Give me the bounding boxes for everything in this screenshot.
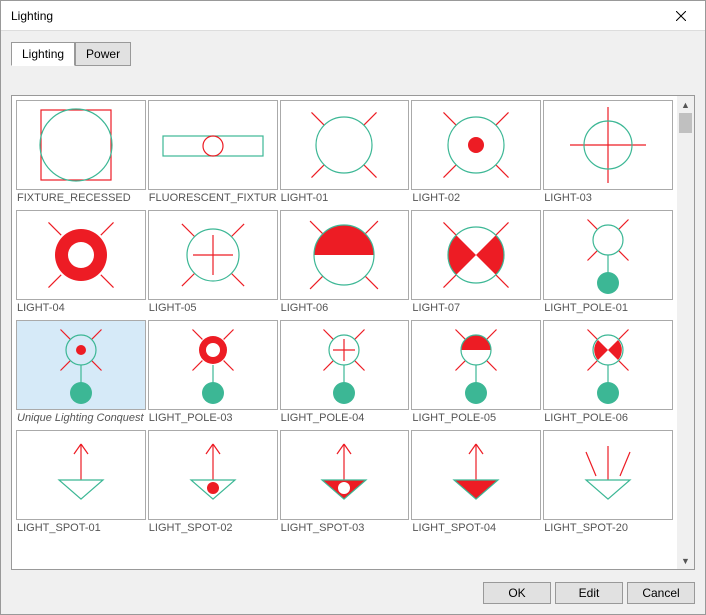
symbol-label: LIGHT-07 xyxy=(411,300,541,318)
symbol-cell[interactable]: Unique Lighting Conquest xyxy=(16,320,146,428)
tab-label: Lighting xyxy=(22,47,64,61)
circle_x-icon xyxy=(280,100,410,190)
symbol-cell[interactable]: LIGHT_SPOT-01 xyxy=(16,430,146,538)
symbol-label: LIGHT_SPOT-02 xyxy=(148,520,278,538)
symbol-cell[interactable]: LIGHT-02 xyxy=(411,100,541,208)
spot_tri_fill-icon xyxy=(411,430,541,520)
symbol-cell[interactable]: LIGHT-01 xyxy=(280,100,410,208)
symbol-label: LIGHT_SPOT-03 xyxy=(280,520,410,538)
symbol-cell[interactable]: LIGHT-06 xyxy=(280,210,410,318)
symbol-label: LIGHT-04 xyxy=(16,300,146,318)
symbol-label: LIGHT_SPOT-01 xyxy=(16,520,146,538)
symbol-label: LIGHT-06 xyxy=(280,300,410,318)
bowtie-icon xyxy=(411,210,541,300)
fixture_recessed-icon xyxy=(16,100,146,190)
tab-bar: Lighting Power xyxy=(1,31,705,65)
circle_x_dot-icon xyxy=(411,100,541,190)
vertical-scrollbar[interactable]: ▲ ▼ xyxy=(677,96,694,569)
close-button[interactable] xyxy=(658,2,703,30)
pole_cross-icon xyxy=(280,320,410,410)
symbol-label: LIGHT_POLE-04 xyxy=(280,410,410,428)
symbol-cell[interactable]: LIGHT_POLE-04 xyxy=(280,320,410,428)
symbol-label: FIXTURE_RECESSED xyxy=(16,190,146,208)
symbol-cell[interactable]: LIGHT_SPOT-03 xyxy=(280,430,410,538)
symbol-grid: FIXTURE_RECESSEDFLUORESCENT_FIXTUR LIGHT… xyxy=(16,100,673,538)
symbol-grid-scroll: FIXTURE_RECESSEDFLUORESCENT_FIXTUR LIGHT… xyxy=(12,96,677,569)
window-title: Lighting xyxy=(11,9,53,23)
pole_ring-icon xyxy=(148,320,278,410)
symbol-cell[interactable]: LIGHT_SPOT-02 xyxy=(148,430,278,538)
symbol-label: LIGHT_SPOT-04 xyxy=(411,520,541,538)
close-icon xyxy=(676,11,686,21)
symbol-cell[interactable]: LIGHT_POLE-03 xyxy=(148,320,278,428)
circle_cross-icon xyxy=(543,100,673,190)
spot_tri_fill_hole-icon xyxy=(280,430,410,520)
symbol-label: LIGHT_POLE-06 xyxy=(543,410,673,428)
dialog-buttons: OK Edit Cancel xyxy=(1,576,705,614)
symbol-label: LIGHT-03 xyxy=(543,190,673,208)
symbol-cell[interactable]: LIGHT_SPOT-04 xyxy=(411,430,541,538)
symbol-cell[interactable]: LIGHT_SPOT-20 xyxy=(543,430,673,538)
symbol-cell[interactable]: LIGHT-07 xyxy=(411,210,541,318)
symbol-label: LIGHT-01 xyxy=(280,190,410,208)
cancel-button[interactable]: Cancel xyxy=(627,582,695,604)
tab-label: Power xyxy=(86,47,120,61)
button-label: Cancel xyxy=(642,586,679,600)
pole_dot-icon xyxy=(16,320,146,410)
symbol-label: Unique Lighting Conquest xyxy=(16,410,146,428)
symbol-label: LIGHT_POLE-03 xyxy=(148,410,278,428)
ring_x-icon xyxy=(16,210,146,300)
button-label: OK xyxy=(508,586,525,600)
symbol-cell[interactable]: LIGHT_POLE-01 xyxy=(543,210,673,318)
symbol-grid-frame: FIXTURE_RECESSEDFLUORESCENT_FIXTUR LIGHT… xyxy=(11,95,695,570)
symbol-label: LIGHT_POLE-01 xyxy=(543,300,673,318)
symbol-label: LIGHT_POLE-05 xyxy=(411,410,541,428)
scrollbar-thumb[interactable] xyxy=(679,113,692,133)
ok-button[interactable]: OK xyxy=(483,582,551,604)
tab-lighting[interactable]: Lighting xyxy=(11,42,75,66)
symbol-label: FLUORESCENT_FIXTUR xyxy=(148,190,278,208)
pole_half-icon xyxy=(411,320,541,410)
symbol-cell[interactable]: LIGHT-03 xyxy=(543,100,673,208)
symbol-label: LIGHT-02 xyxy=(411,190,541,208)
pole_plain-icon xyxy=(543,210,673,300)
circle_x_cross-icon xyxy=(148,210,278,300)
symbol-cell[interactable]: LIGHT_POLE-05 xyxy=(411,320,541,428)
spot_tri-icon xyxy=(16,430,146,520)
symbol-cell[interactable]: LIGHT-04 xyxy=(16,210,146,318)
scroll-down-arrow-icon[interactable]: ▼ xyxy=(677,552,694,569)
symbol-label: LIGHT-05 xyxy=(148,300,278,318)
content-area: FIXTURE_RECESSEDFLUORESCENT_FIXTUR LIGHT… xyxy=(11,65,695,570)
symbol-cell[interactable]: LIGHT_POLE-06 xyxy=(543,320,673,428)
button-label: Edit xyxy=(579,586,600,600)
half_top-icon xyxy=(280,210,410,300)
fluorescent-icon xyxy=(148,100,278,190)
tab-power[interactable]: Power xyxy=(75,42,131,66)
dialog-window: Lighting Lighting Power FIXTURE_RECESSED… xyxy=(0,0,706,615)
titlebar: Lighting xyxy=(1,1,705,31)
spot_tri_rays-icon xyxy=(543,430,673,520)
pole_bowtie-icon xyxy=(543,320,673,410)
scroll-up-arrow-icon[interactable]: ▲ xyxy=(677,96,694,113)
edit-button[interactable]: Edit xyxy=(555,582,623,604)
symbol-label: LIGHT_SPOT-20 xyxy=(543,520,673,538)
symbol-cell[interactable]: FIXTURE_RECESSED xyxy=(16,100,146,208)
symbol-cell[interactable]: LIGHT-05 xyxy=(148,210,278,318)
spot_tri_dot-icon xyxy=(148,430,278,520)
symbol-cell[interactable]: FLUORESCENT_FIXTUR xyxy=(148,100,278,208)
